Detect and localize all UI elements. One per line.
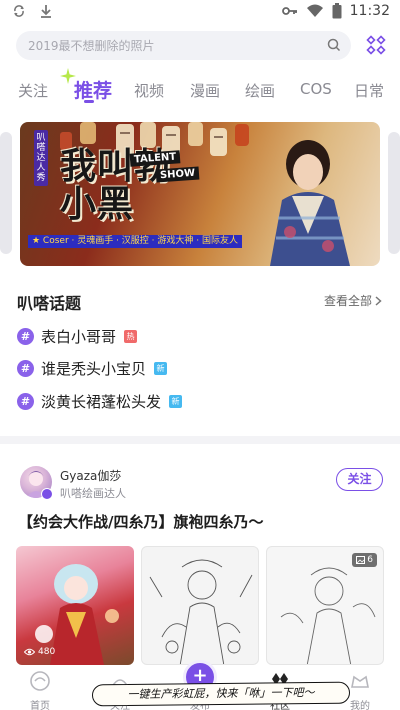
topics-title: 叭嗒话题 <box>17 294 82 313</box>
view-count: 480 <box>24 647 55 657</box>
tab-video[interactable]: 视频 <box>134 80 164 101</box>
category-tabs: 关注 推荐 视频 漫画 绘画 COS 日常 <box>0 66 400 110</box>
topic-item[interactable]: # 表白小哥哥 热 <box>17 325 138 347</box>
search-placeholder: 2019最不想删除的照片 <box>28 39 155 53</box>
see-all-label: 查看全部 <box>323 294 372 308</box>
status-left <box>12 4 52 18</box>
banner-tagline: ★ Coser · 灵魂画手 · 汉服控 · 游戏大神 · 国际友人 <box>28 235 242 248</box>
home-icon <box>30 671 50 691</box>
tab-daily[interactable]: 日常 <box>354 80 384 101</box>
hashtag-icon: # <box>17 392 34 410</box>
nav-label-home: 首页 <box>30 701 50 710</box>
section-divider <box>0 436 400 444</box>
hashtag-icon: # <box>17 327 34 345</box>
profile-icon <box>351 675 369 688</box>
new-badge: 新 <box>154 361 168 375</box>
tab-comic[interactable]: 漫画 <box>190 80 220 101</box>
image-count-value: 6 <box>367 555 373 565</box>
post-user-role: 叭嗒绘画达人 <box>60 487 126 500</box>
sketch-image <box>149 559 253 664</box>
hot-badge: 热 <box>124 329 138 343</box>
gallery-icon <box>356 556 366 564</box>
status-bar: 11:32 <box>0 0 400 26</box>
topic-label: 谁是秃头小宝贝 <box>41 359 147 378</box>
topic-label: 淡黄长裙蓬松头发 <box>41 392 162 411</box>
tab-indicator <box>84 100 94 103</box>
image-count-badge: 6 <box>352 553 377 567</box>
status-right: 11:32 <box>281 3 390 19</box>
banner-next-peek[interactable] <box>388 132 400 254</box>
hashtag-icon: # <box>17 359 34 377</box>
topic-item[interactable]: # 淡黄长裙蓬松头发 新 <box>17 390 183 412</box>
eye-icon <box>24 648 35 656</box>
post-image-1[interactable]: 480 <box>16 546 134 665</box>
tab-recommend[interactable]: 推荐 <box>74 76 112 103</box>
rainbow-fart-banner[interactable]: 一键生产彩虹屁，快来「咻」一下吧～ <box>91 681 351 707</box>
chevron-right-icon <box>375 295 382 306</box>
search-bar[interactable]: 2019最不想删除的照片 <box>16 31 351 60</box>
tab-follow[interactable]: 关注 <box>18 80 48 101</box>
download-icon <box>41 5 51 18</box>
key-icon <box>281 7 297 15</box>
sync-icon <box>14 5 24 17</box>
view-count-value: 480 <box>38 647 56 657</box>
verified-badge-icon <box>41 488 53 500</box>
banner-tag: 叭嗒达人秀 <box>34 130 48 186</box>
post-image-3[interactable]: 6 <box>266 546 384 665</box>
wifi-icon <box>306 4 323 17</box>
topic-item[interactable]: # 谁是秃头小宝贝 新 <box>17 357 168 379</box>
banner-prev-peek[interactable] <box>0 132 12 254</box>
tab-painting[interactable]: 绘画 <box>245 80 275 101</box>
clock: 11:32 <box>349 3 390 19</box>
post-title[interactable]: 【约会大作战/四糸乃】旗袍四糸乃～ <box>18 511 263 532</box>
topic-label: 表白小哥哥 <box>41 327 117 346</box>
new-badge: 新 <box>169 394 183 408</box>
follow-button[interactable]: 关注 <box>336 468 383 491</box>
post-image-2[interactable] <box>141 546 259 665</box>
post-username[interactable]: Gyaza伽莎 <box>60 467 121 484</box>
search-icon[interactable] <box>327 38 341 52</box>
tab-cos[interactable]: COS <box>300 80 332 98</box>
battery-icon <box>332 3 342 19</box>
banner[interactable]: 叭嗒达人秀 我叫勃小黑 TALENT SHOW ★ Coser · 灵魂画手 ·… <box>20 122 380 266</box>
banner-person-image <box>270 140 350 266</box>
grid-icon[interactable] <box>366 35 386 55</box>
see-all-link[interactable]: 查看全部 <box>324 292 382 309</box>
nav-home[interactable]: 首页 <box>10 665 70 710</box>
